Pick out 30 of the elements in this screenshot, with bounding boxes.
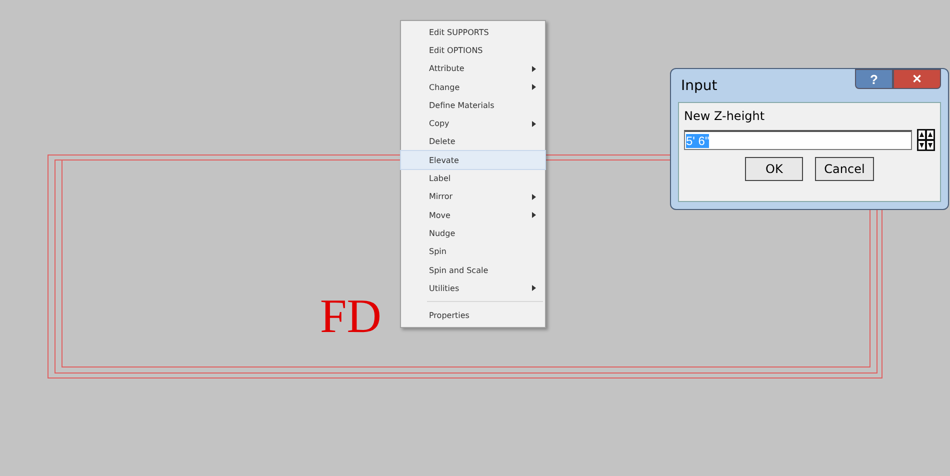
submenu-arrow-icon xyxy=(532,84,536,90)
help-button[interactable]: ? xyxy=(855,69,893,89)
submenu-arrow-icon xyxy=(532,66,536,72)
window-title: Input xyxy=(680,77,718,94)
menu-item[interactable]: Edit SUPPORTS xyxy=(401,23,545,42)
menu-item[interactable]: Attribute xyxy=(401,60,545,78)
menu-item[interactable]: Delete xyxy=(401,132,545,152)
menu-item[interactable]: Change xyxy=(401,78,545,96)
menu-item[interactable]: Mirror xyxy=(401,188,545,206)
menu-item[interactable]: Spin and Scale xyxy=(401,260,545,280)
submenu-arrow-icon xyxy=(532,285,536,292)
menu-item[interactable]: Copy xyxy=(401,114,545,133)
menu-item[interactable]: Nudge xyxy=(401,224,545,243)
menu-item[interactable]: Edit OPTIONS xyxy=(401,41,545,60)
submenu-arrow-icon xyxy=(532,194,536,200)
close-button[interactable]: ✕ xyxy=(893,69,941,89)
menu-item[interactable]: Label xyxy=(401,169,545,188)
menu-item[interactable]: Elevate xyxy=(401,151,545,170)
menu-item[interactable]: Utilities xyxy=(401,279,545,298)
prompt-label: New Z-height xyxy=(684,109,766,123)
spinner-icon[interactable] xyxy=(917,129,935,151)
menu-item[interactable]: Move xyxy=(401,206,545,224)
dialog-button[interactable]: OK xyxy=(745,157,804,181)
dialog-button[interactable]: Cancel xyxy=(815,157,874,181)
canvas-label: FD xyxy=(320,290,382,343)
menu-item[interactable]: Properties xyxy=(401,306,545,325)
menu-item[interactable]: Define Materials xyxy=(401,96,545,114)
submenu-arrow-icon xyxy=(532,120,536,127)
menu-item[interactable]: Spin xyxy=(401,242,545,261)
submenu-arrow-icon xyxy=(532,212,536,218)
